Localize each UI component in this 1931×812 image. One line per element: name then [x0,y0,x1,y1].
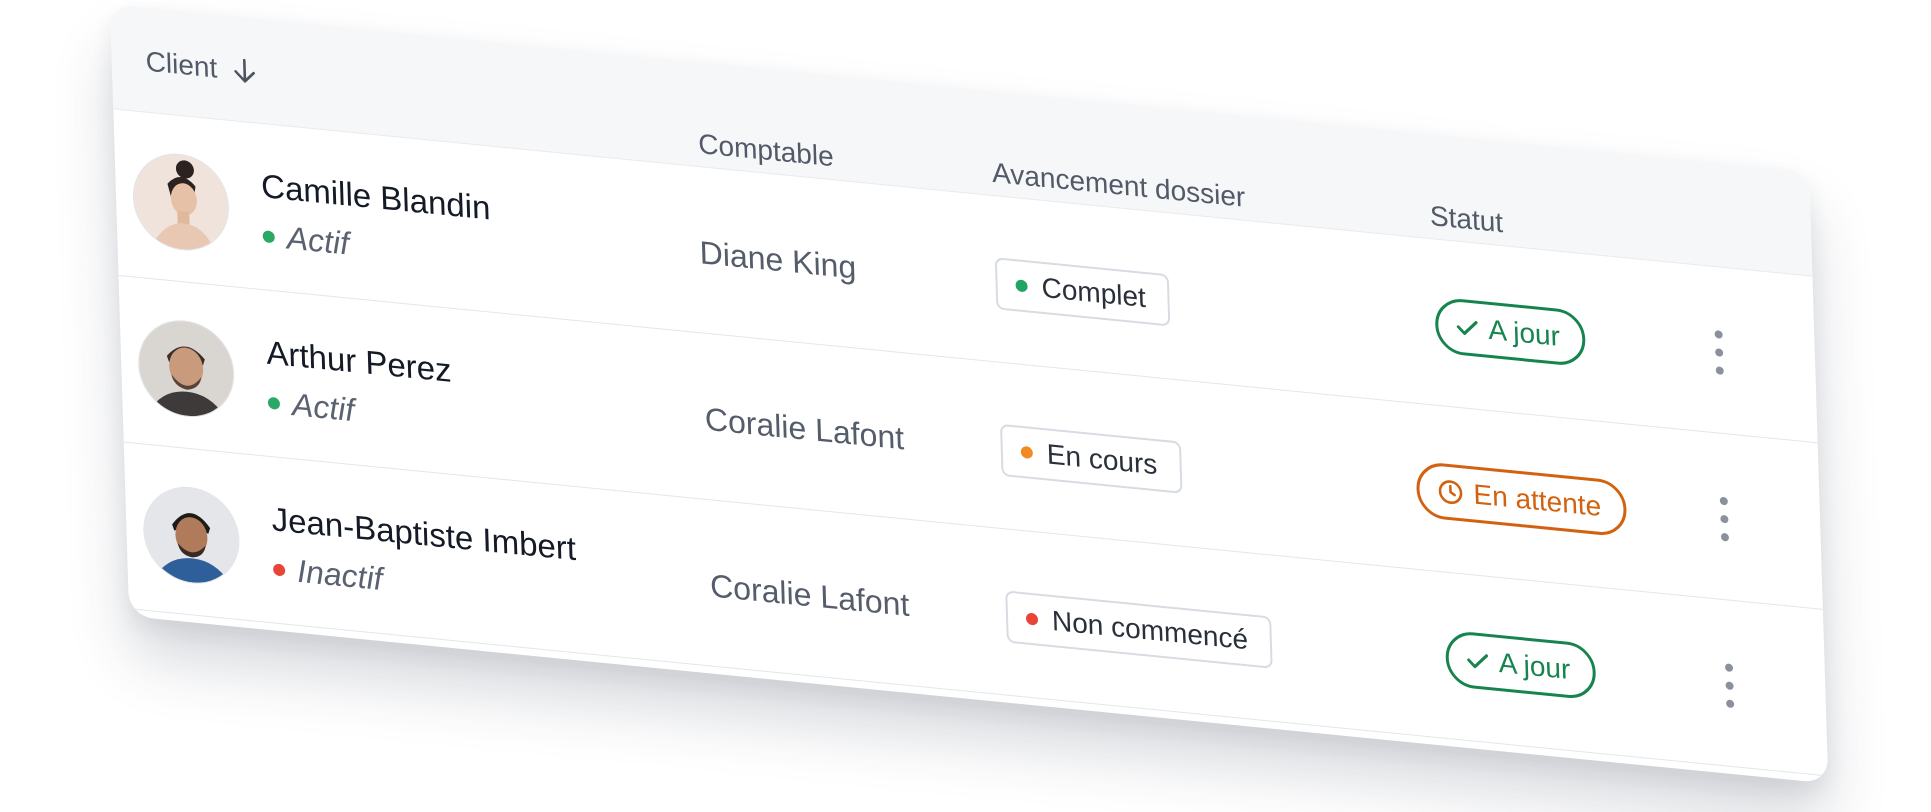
comptable-name: Coralie Lafont [704,400,905,457]
progress-dot [1020,445,1033,460]
client-name[interactable]: Arthur Perez [266,333,452,389]
column-header-client-label: Client [145,45,218,84]
stage: Client Comptable Avancement dossier Stat… [0,0,1931,812]
progress-badge: Complet [994,257,1171,327]
column-header-statut[interactable]: Statut [1429,200,1503,239]
status-badge: En attente [1415,460,1627,538]
column-header-client[interactable]: Client [145,45,258,88]
status-badge-label: A jour [1487,313,1561,352]
client-name[interactable]: Camille Blandin [261,167,491,228]
status-badge: A jour [1434,296,1586,368]
vertical-ellipsis-icon [1719,496,1728,506]
avatar [132,150,230,254]
status-dot [272,562,286,577]
row-menu-button[interactable] [1714,496,1735,542]
progress-badge: En cours [999,423,1183,494]
progress-dot [1025,612,1039,626]
progress-badge: Non commencé [1005,590,1273,669]
progress-label: Non commencé [1051,604,1249,656]
check-icon [1456,318,1479,338]
avatar [137,316,235,421]
client-status-label: Actif [286,219,350,262]
clock-icon [1437,478,1464,507]
column-header-comptable[interactable]: Comptable [698,128,834,173]
row-menu-button[interactable] [1708,329,1729,375]
check-icon [1466,651,1489,671]
progress-label: En cours [1046,438,1158,481]
arrow-down-icon[interactable] [231,56,258,87]
status-dot [267,396,281,410]
client-status-label: Actif [291,386,355,429]
status-dot [262,229,275,243]
status-badge-label: En attente [1473,478,1602,523]
row-menu-button[interactable] [1719,663,1740,709]
client-status: Inactif [272,550,384,598]
progress-label: Complet [1041,271,1147,314]
vertical-ellipsis-icon [1714,330,1723,339]
status-badge-label: A jour [1498,646,1571,686]
comptable-name: Diane King [699,234,857,286]
vertical-ellipsis-icon [1724,663,1734,673]
clients-table-card: Client Comptable Avancement dossier Stat… [110,4,1829,784]
client-status: Actif [267,384,355,430]
client-status: Actif [262,217,349,263]
comptable-name: Coralie Lafont [709,567,910,624]
client-status-label: Inactif [296,552,384,598]
avatar [142,483,240,588]
progress-dot [1015,279,1028,293]
status-badge: A jour [1444,629,1597,701]
